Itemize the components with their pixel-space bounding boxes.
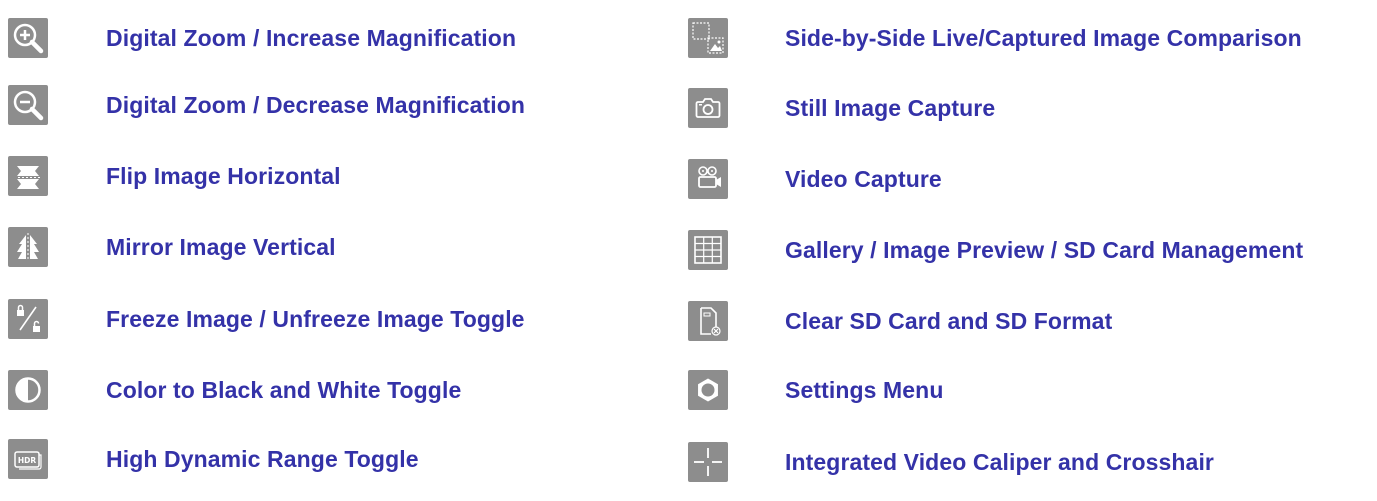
legend-item: Integrated Video Caliper and Crosshair <box>688 441 1214 483</box>
legend-item: Digital Zoom / Decrease Magnification <box>8 84 525 126</box>
legend-item: Side-by-Side Live/Captured Image Compari… <box>688 17 1302 59</box>
legend-label: Freeze Image / Unfreeze Image Toggle <box>106 305 525 332</box>
gallery-grid-icon <box>688 230 728 270</box>
legend-label: Still Image Capture <box>785 94 996 121</box>
legend-label: Flip Image Horizontal <box>106 162 341 189</box>
crosshair-icon <box>688 442 728 482</box>
legend-item: Clear SD Card and SD Format <box>688 300 1112 342</box>
legend-label: Digital Zoom / Decrease Magnification <box>106 91 526 118</box>
legend-label: Gallery / Image Preview / SD Card Manage… <box>785 236 1304 263</box>
legend-item: Video Capture <box>688 158 942 200</box>
legend-item: Color to Black and White Toggle <box>8 369 461 411</box>
legend-item: Mirror Image Vertical <box>8 226 336 268</box>
zoom-in-icon <box>8 18 48 58</box>
legend-item: Digital Zoom / Increase Magnification <box>8 17 516 59</box>
sd-card-clear-icon <box>688 301 728 341</box>
legend-label: Color to Black and White Toggle <box>106 376 462 403</box>
legend-label: Settings Menu <box>785 376 944 403</box>
compare-images-icon <box>688 18 728 58</box>
legend-item: Freeze Image / Unfreeze Image Toggle <box>8 298 525 340</box>
gear-icon <box>688 370 728 410</box>
legend-item: Still Image Capture <box>688 87 995 129</box>
hdr-icon: HDR <box>8 439 48 479</box>
flip-horizontal-icon <box>8 156 48 196</box>
legend-item: Settings Menu <box>688 369 943 411</box>
legend-label: High Dynamic Range Toggle <box>106 445 419 472</box>
legend-item: HDR High Dynamic Range Toggle <box>8 438 419 480</box>
camera-icon <box>688 88 728 128</box>
legend-label: Side-by-Side Live/Captured Image Compari… <box>785 24 1302 51</box>
svg-text:HDR: HDR <box>18 456 37 465</box>
zoom-out-icon <box>8 85 48 125</box>
legend-item: Gallery / Image Preview / SD Card Manage… <box>688 229 1303 271</box>
video-camera-icon <box>688 159 728 199</box>
contrast-icon <box>8 370 48 410</box>
icon-legend: Digital Zoom / Increase Magnification Di… <box>0 0 1377 501</box>
legend-item: Flip Image Horizontal <box>8 155 341 197</box>
legend-label: Video Capture <box>785 165 942 192</box>
legend-label: Clear SD Card and SD Format <box>785 307 1113 334</box>
legend-label: Mirror Image Vertical <box>106 233 336 260</box>
legend-label: Digital Zoom / Increase Magnification <box>106 24 517 51</box>
mirror-vertical-icon <box>8 227 48 267</box>
freeze-toggle-icon <box>8 299 48 339</box>
legend-label: Integrated Video Caliper and Crosshair <box>785 448 1214 475</box>
